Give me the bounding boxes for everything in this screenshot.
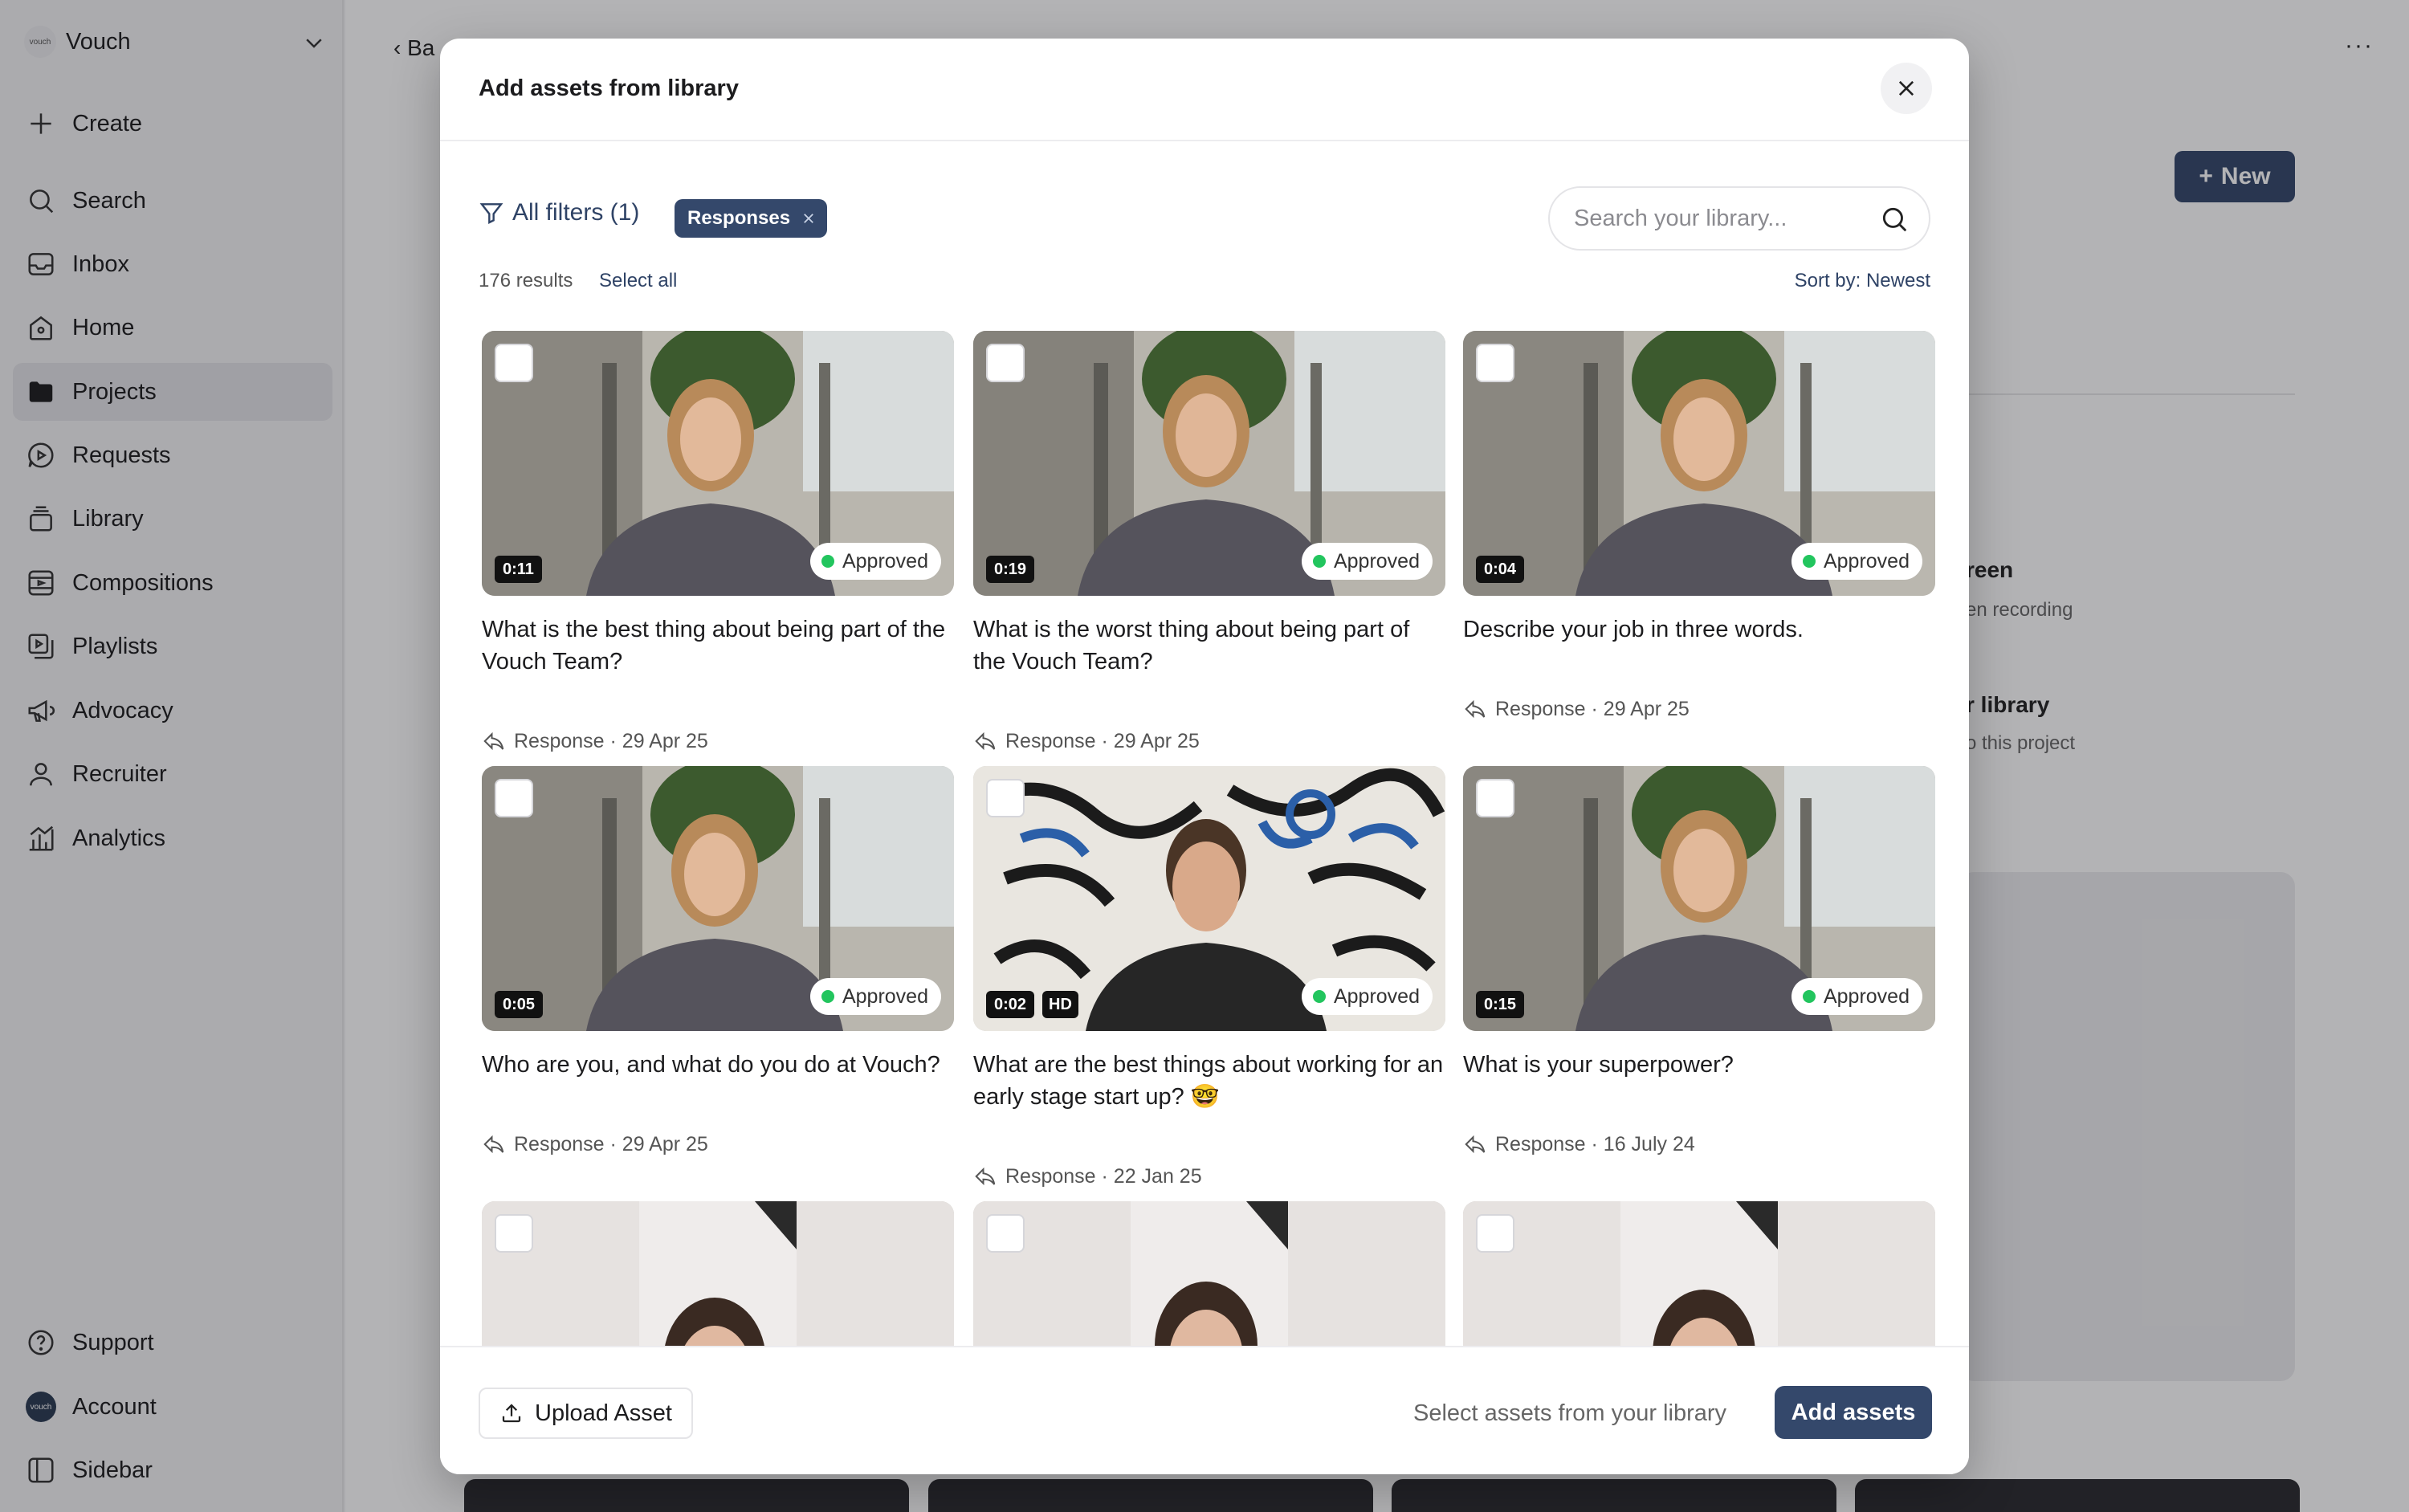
hd-badge: HD <box>1042 991 1078 1018</box>
select-all-link[interactable]: Select all <box>599 270 677 292</box>
video-thumbnail[interactable]: 0:15 Approved <box>1463 766 1935 1031</box>
asset-meta-text: Response · 29 Apr 25 <box>1005 729 1200 752</box>
asset-meta-text: Response · 29 Apr 25 <box>514 1132 708 1155</box>
close-button[interactable] <box>1881 63 1932 114</box>
status-label: Approved <box>842 549 928 573</box>
status-dot <box>821 990 834 1003</box>
reply-icon <box>1465 699 1486 719</box>
status-badge: Approved <box>1301 543 1433 580</box>
duration-badge: 0:19 <box>986 556 1035 583</box>
asset-title: What are the best things about working f… <box>973 1052 1444 1110</box>
asset-meta: Response · 22 Jan 25 <box>973 1164 1202 1188</box>
library-search[interactable] <box>1548 186 1930 251</box>
asset-meta: Response · 29 Apr 25 <box>482 1132 708 1156</box>
video-thumbnail[interactable]: 0:11 Approved <box>482 331 954 596</box>
select-checkbox[interactable] <box>986 1214 1025 1253</box>
select-checkbox[interactable] <box>986 779 1025 817</box>
asset-title: What is your superpower? <box>1463 1052 1734 1078</box>
filter-icon <box>479 203 503 224</box>
asset-grid: 0:11 Approved What is the best thing abo… <box>482 331 1935 1384</box>
status-dot <box>1802 555 1816 568</box>
close-icon <box>1898 80 1914 96</box>
status-badge: Approved <box>1791 543 1922 580</box>
status-dot <box>821 555 834 568</box>
filter-chip-label: Responses <box>687 207 791 229</box>
duration-badge: 0:11 <box>495 556 542 583</box>
video-thumbnail[interactable]: 0:02 HD Approved <box>973 766 1445 1031</box>
reply-icon <box>483 732 504 751</box>
status-badge: Approved <box>1791 978 1922 1015</box>
asset-meta-text: Response · 29 Apr 25 <box>514 729 708 752</box>
asset-meta: Response · 29 Apr 25 <box>973 729 1200 753</box>
asset-meta-text: Response · 22 Jan 25 <box>1005 1164 1202 1188</box>
asset-meta: Response · 29 Apr 25 <box>482 729 708 753</box>
video-thumbnail[interactable]: 0:04 Approved <box>1463 331 1935 596</box>
asset-meta: Response · 16 July 24 <box>1463 1132 1695 1156</box>
duration-badge: 0:15 <box>1476 991 1525 1018</box>
status-badge: Approved <box>809 543 941 580</box>
status-dot <box>1312 555 1326 568</box>
footer-hint: Select assets from your library <box>1413 1400 1727 1426</box>
video-thumbnail[interactable]: 0:19 Approved <box>973 331 1445 596</box>
reply-icon <box>975 1167 996 1186</box>
results-count: 176 results <box>479 270 573 291</box>
modal-footer: Upload Asset Select assets from your lib… <box>440 1346 1969 1474</box>
filters-label: All filters (1) <box>512 199 640 226</box>
upload-icon <box>502 1404 521 1423</box>
status-label: Approved <box>842 984 928 1008</box>
duration-badge: 0:04 <box>1476 556 1525 583</box>
video-thumbnail[interactable]: 0:05 Approved <box>482 766 954 1031</box>
search-icon[interactable] <box>1879 204 1910 234</box>
add-assets-modal: Add assets from library All filters (1) … <box>440 39 1969 1474</box>
reply-icon <box>483 1135 504 1154</box>
search-input[interactable] <box>1574 202 1863 234</box>
close-icon[interactable] <box>801 211 816 226</box>
status-dot <box>1802 990 1816 1003</box>
asset-meta-text: Response · 29 Apr 25 <box>1495 697 1690 720</box>
status-label: Approved <box>1333 549 1420 573</box>
all-filters-button[interactable]: All filters (1) <box>479 199 639 226</box>
filter-chip-responses[interactable]: Responses <box>675 199 828 238</box>
select-checkbox[interactable] <box>495 779 533 817</box>
select-checkbox[interactable] <box>495 344 533 382</box>
status-badge: Approved <box>1301 978 1433 1015</box>
status-badge: Approved <box>809 978 941 1015</box>
duration-badge: 0:02 <box>986 991 1035 1018</box>
sort-dropdown[interactable]: Sort by: Newest <box>1795 270 1930 292</box>
asset-title: Who are you, and what do you do at Vouch… <box>482 1052 940 1078</box>
status-label: Approved <box>1823 984 1910 1008</box>
status-label: Approved <box>1333 984 1420 1008</box>
select-checkbox[interactable] <box>1476 779 1514 817</box>
status-label: Approved <box>1823 549 1910 573</box>
asset-meta-text: Response · 16 July 24 <box>1495 1132 1695 1155</box>
asset-meta: Response · 29 Apr 25 <box>1463 697 1690 721</box>
status-dot <box>1312 990 1326 1003</box>
reply-icon <box>975 732 996 751</box>
duration-badge: 0:05 <box>495 991 544 1018</box>
add-assets-button[interactable]: Add assets <box>1775 1386 1932 1439</box>
reply-icon <box>1465 1135 1486 1154</box>
upload-asset-button[interactable]: Upload Asset <box>479 1388 693 1439</box>
upload-label: Upload Asset <box>535 1400 672 1426</box>
select-checkbox[interactable] <box>986 344 1025 382</box>
select-checkbox[interactable] <box>1476 344 1514 382</box>
select-checkbox[interactable] <box>495 1214 533 1253</box>
modal-title: Add assets from library <box>479 75 739 101</box>
asset-title: What is the worst thing about being part… <box>973 617 1410 674</box>
select-checkbox[interactable] <box>1476 1214 1514 1253</box>
asset-title: Describe your job in three words. <box>1463 617 1804 642</box>
asset-title: What is the best thing about being part … <box>482 617 946 674</box>
modal-header: Add assets from library <box>440 39 1969 141</box>
